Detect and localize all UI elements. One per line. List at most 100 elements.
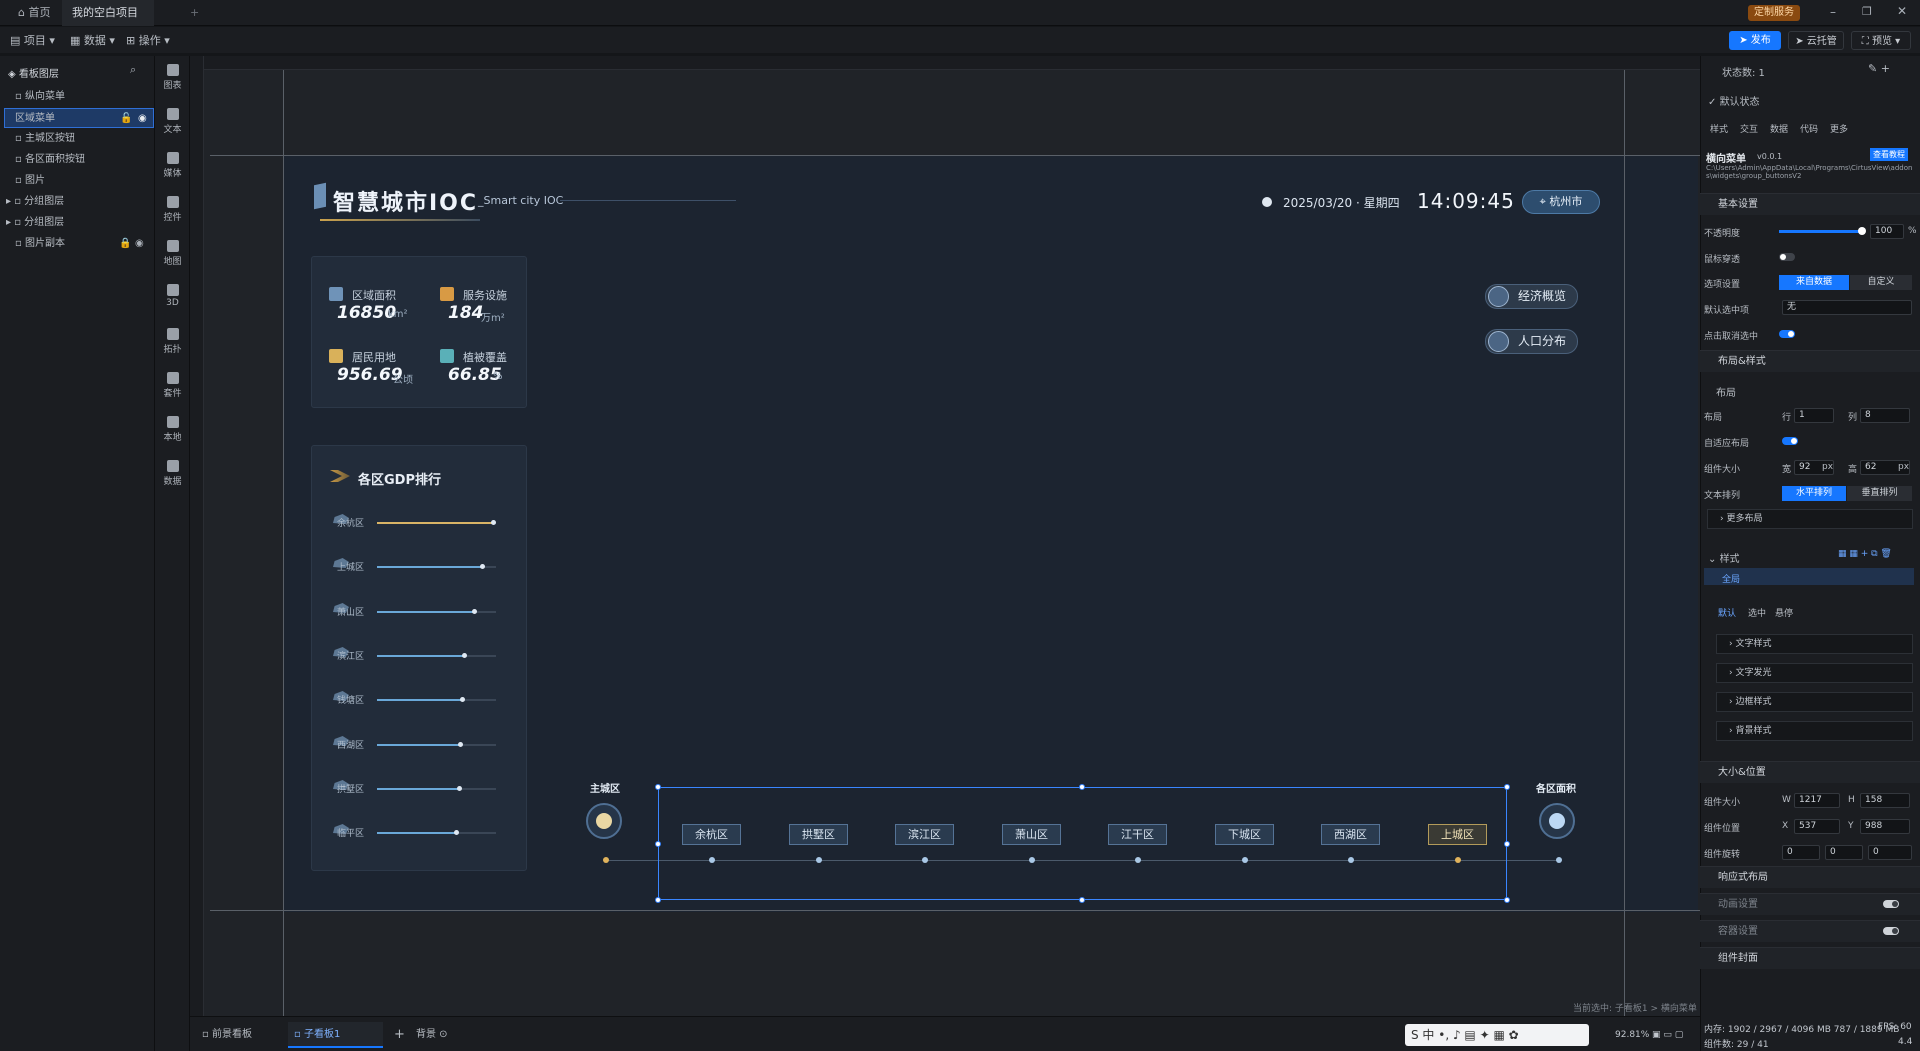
rp-tab-interaction[interactable]: 交互 (1740, 122, 1758, 135)
main-district-button[interactable] (586, 803, 622, 839)
resize-handle[interactable] (655, 897, 661, 903)
eye-icon[interactable]: ◉ (138, 109, 147, 129)
search-icon[interactable]: ⌕ (130, 63, 136, 77)
library-topology[interactable]: 拓扑 (155, 328, 190, 355)
global-tab[interactable]: 全局 (1722, 572, 1740, 585)
style-subsection[interactable]: ⌄ 样式 (1708, 550, 1740, 565)
library-3d[interactable]: 3D (155, 284, 190, 308)
default-state[interactable]: ✓ 默认状态 (1708, 93, 1760, 108)
click-cancel-toggle[interactable] (1779, 330, 1795, 338)
layout-subsection[interactable]: 布局 (1716, 384, 1736, 399)
animation-toggle[interactable] (1883, 900, 1899, 908)
cloud-button[interactable]: ➤ 云托管 (1788, 31, 1844, 50)
board-tab-foreground[interactable]: ▫ 前景看板 (196, 1022, 258, 1048)
board-tab-sub1[interactable]: ▫ 子看板1 (288, 1022, 383, 1048)
library-data[interactable]: 数据 (155, 460, 190, 487)
layer-item[interactable]: ▫ 图片副本 🔒 ◉ (0, 234, 155, 254)
resize-handle[interactable] (1504, 841, 1510, 847)
district-area-button[interactable] (1539, 803, 1575, 839)
resize-handle[interactable] (1079, 897, 1085, 903)
adaptive-toggle[interactable] (1782, 437, 1798, 445)
x-input[interactable]: 537 (1794, 819, 1840, 834)
style-tools-icon[interactable]: ▦ ▦ + ⧉ 🗑 (1838, 549, 1892, 559)
guide-line[interactable] (283, 70, 284, 1016)
resize-handle[interactable] (1079, 784, 1085, 790)
rotation-y-input[interactable]: 0 (1825, 845, 1863, 860)
section-responsive[interactable]: 响应式布局 (1700, 866, 1920, 888)
resize-handle[interactable] (655, 841, 661, 847)
menu-operate[interactable]: ⊞ 操作 ▾ (126, 32, 170, 48)
height-input[interactable]: 158 (1860, 793, 1910, 808)
layer-item[interactable]: ▫ 各区面积按钮 (0, 150, 155, 170)
unlock-icon[interactable]: 🔓 (120, 109, 132, 129)
layer-group[interactable]: ▸ ▫ 分组图层 (0, 192, 155, 212)
mouse-through-toggle[interactable] (1779, 253, 1795, 261)
city-badge[interactable]: ⌖ 杭州市 (1522, 190, 1600, 214)
container-toggle[interactable] (1883, 927, 1899, 935)
library-media[interactable]: 媒体 (155, 152, 190, 179)
edit-icon[interactable]: ✎ + (1868, 62, 1890, 75)
default-selected-select[interactable]: 无 (1782, 300, 1912, 315)
custom-option[interactable]: 自定义 (1850, 275, 1912, 290)
layer-item[interactable]: ▫ 图片 (0, 171, 155, 191)
rp-tab-more[interactable]: 更多 (1830, 122, 1848, 135)
close-icon[interactable]: ✕ (1897, 4, 1907, 18)
guide-line[interactable] (1624, 70, 1625, 1016)
y-input[interactable]: 988 (1860, 819, 1910, 834)
economy-overview-button[interactable]: 经济概览 (1485, 284, 1578, 309)
selection-box[interactable] (658, 787, 1507, 900)
opacity-slider-knob[interactable] (1858, 227, 1866, 235)
state-tab-hover[interactable]: 悬停 (1775, 606, 1793, 619)
section-size-position[interactable]: 大小&位置 (1700, 761, 1920, 783)
layer-item-selected[interactable]: 区域菜单 🔓 ◉ (4, 108, 154, 128)
library-chart[interactable]: 图表 (155, 64, 190, 91)
tab-project[interactable]: 我的空白项目 (62, 0, 154, 42)
new-tab-button[interactable]: + (180, 0, 209, 26)
menu-data[interactable]: ▦ 数据 ▾ (70, 32, 115, 48)
resize-handle[interactable] (655, 784, 661, 790)
restore-icon[interactable]: ❐ (1862, 5, 1872, 18)
resize-handle[interactable] (1504, 784, 1510, 790)
section-basic[interactable]: 基本设置 (1700, 193, 1920, 215)
state-tab-selected[interactable]: 选中 (1748, 606, 1766, 619)
style-item[interactable]: › 背景样式 (1716, 721, 1913, 741)
rp-tab-style[interactable]: 样式 (1710, 122, 1728, 135)
row-input[interactable]: 1 (1794, 408, 1834, 423)
width-input[interactable]: 1217 (1794, 793, 1840, 808)
population-button[interactable]: 人口分布 (1485, 329, 1578, 354)
ime-toolbar[interactable]: S 中 •, ♪ ▤ ✦ ▦ ✿ (1405, 1024, 1589, 1046)
menu-project[interactable]: ▤ 项目 ▾ (10, 32, 55, 48)
style-item[interactable]: › 文字发光 (1716, 663, 1913, 683)
library-kit[interactable]: 套件 (155, 372, 190, 399)
opacity-input[interactable]: 100 (1870, 224, 1904, 239)
library-control[interactable]: 控件 (155, 196, 190, 223)
lock-icon[interactable]: 🔒 (119, 234, 131, 254)
guide-line[interactable] (210, 155, 1700, 156)
horizontal-option[interactable]: 水平排列 (1782, 486, 1846, 501)
view-icons[interactable]: ▣ ▭ ▢ (1652, 1030, 1683, 1040)
resize-handle[interactable] (1504, 897, 1510, 903)
guide-line[interactable] (210, 910, 1700, 911)
add-board-button[interactable]: + (388, 1022, 411, 1048)
col-input[interactable]: 8 (1860, 408, 1910, 423)
custom-service-badge[interactable]: 定制服务 (1748, 5, 1800, 21)
opacity-slider[interactable] (1779, 230, 1861, 233)
board-tab-background[interactable]: 背景 ⊙ (410, 1022, 454, 1048)
section-layout-style[interactable]: 布局&样式 (1700, 350, 1920, 372)
style-item[interactable]: › 边框样式 (1716, 692, 1913, 712)
rp-tab-data[interactable]: 数据 (1770, 122, 1788, 135)
preview-button[interactable]: ⛶ 预览 ▾ (1851, 31, 1911, 50)
rotation-z-input[interactable]: 0 (1868, 845, 1912, 860)
layer-item[interactable]: ▫ 主城区按钮 (0, 129, 155, 149)
tab-home[interactable]: ⌂ 首页 (8, 0, 60, 26)
library-map[interactable]: 地图 (155, 240, 190, 267)
library-local[interactable]: 本地 (155, 416, 190, 443)
more-layout[interactable]: › 更多布局 (1707, 509, 1913, 529)
tutorial-button[interactable]: 查看教程 (1870, 148, 1908, 161)
layer-group[interactable]: ▸ ▫ 分组图层 (0, 213, 155, 233)
minimize-icon[interactable]: – (1830, 5, 1836, 19)
eye-icon[interactable]: ◉ (135, 234, 144, 254)
state-tab-default[interactable]: 默认 (1718, 606, 1736, 619)
from-data-option[interactable]: 来自数据 (1779, 275, 1849, 290)
section-cover[interactable]: 组件封面 (1700, 947, 1920, 969)
